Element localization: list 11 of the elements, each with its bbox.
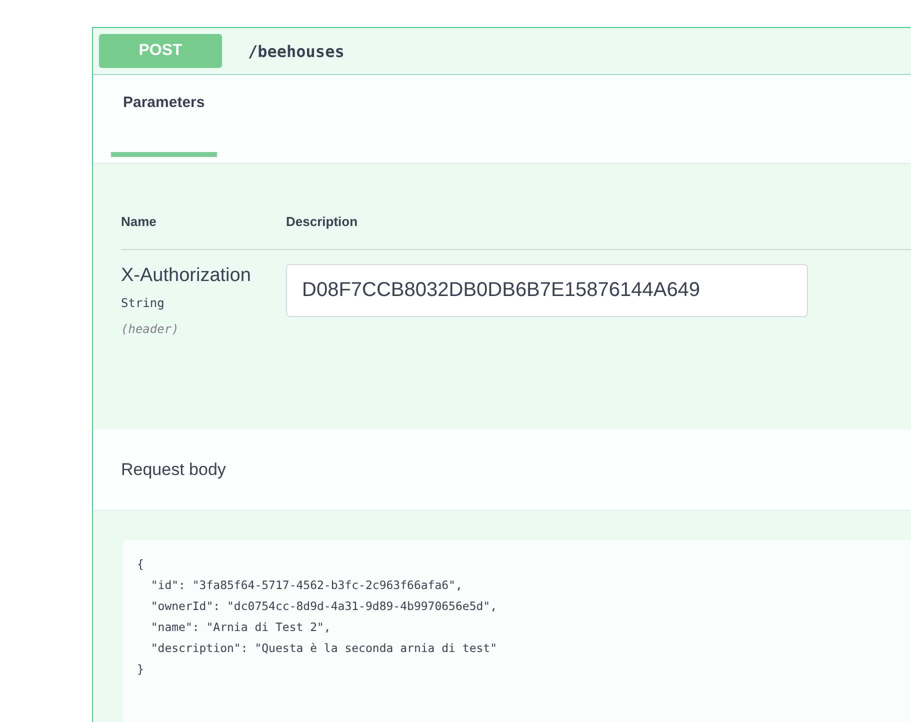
column-header: Name [121,214,156,229]
parameter-type: String [121,296,164,310]
code-example: { "id": "3fa85f64-5717-4562-b3fc-2c963f66afa6", "ownerId": "dc0754cc-8d9d-4a31-9d89-4b9970656e5d", "name": "Arnia di Test 2", "description": "Questa è la seconda arnia di test" } [123,540,911,722]
input-field[interactable]: D08F7CCB8032DB0DB6B7E15876144A649 [286,264,808,317]
column-header: Description [286,214,358,229]
section-title: Request body [121,460,226,480]
method-badge: POST [99,34,222,68]
parameter-name: X-Authorization [121,264,252,288]
parameters-tab[interactable]: Parameters [111,77,217,157]
parameter-location: (header) [121,322,179,336]
endpoint-path: /beehouses [248,42,344,60]
